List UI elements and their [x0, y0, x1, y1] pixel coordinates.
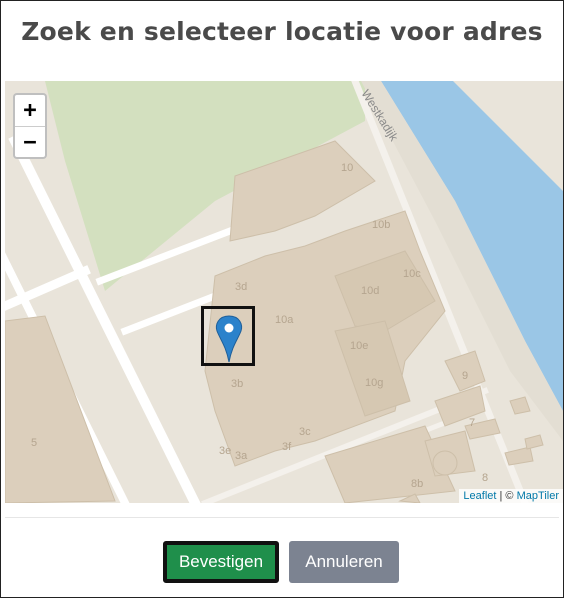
zoom-control: + −: [13, 93, 47, 159]
svg-text:3f: 3f: [282, 441, 292, 453]
svg-text:3b: 3b: [231, 378, 243, 390]
svg-text:3e: 3e: [219, 445, 231, 457]
maptiler-link[interactable]: MapTiler: [517, 490, 559, 502]
map-view[interactable]: 10 10b 10c 10d 10a 10e 10g 3d 3b 3c 3f 3…: [5, 81, 563, 503]
svg-text:10d: 10d: [361, 285, 379, 297]
svg-text:10a: 10a: [275, 314, 294, 326]
svg-text:9: 9: [462, 370, 468, 382]
cancel-button[interactable]: Annuleren: [289, 541, 399, 583]
svg-text:8b: 8b: [411, 478, 423, 490]
map-attribution: Leaflet | © MapTiler: [459, 489, 563, 503]
location-dialog: Zoek en selecteer locatie voor adres 10 …: [0, 0, 564, 598]
marker-highlight-frame: [201, 306, 255, 366]
zoom-out-button[interactable]: −: [15, 127, 45, 158]
confirm-button[interactable]: Bevestigen: [163, 541, 279, 583]
svg-text:10e: 10e: [350, 340, 368, 352]
svg-text:10g: 10g: [365, 377, 383, 389]
svg-text:10: 10: [341, 162, 353, 174]
svg-text:5: 5: [31, 437, 37, 449]
svg-text:3c: 3c: [299, 426, 311, 438]
leaflet-link[interactable]: Leaflet: [463, 490, 496, 502]
svg-text:7: 7: [469, 417, 475, 429]
zoom-in-button[interactable]: +: [15, 95, 45, 127]
svg-text:3a: 3a: [235, 450, 248, 462]
dialog-title: Zoek en selecteer locatie voor adres: [21, 17, 543, 46]
map-tiles[interactable]: 10 10b 10c 10d 10a 10e 10g 3d 3b 3c 3f 3…: [5, 81, 563, 503]
svg-text:3d: 3d: [235, 281, 247, 293]
svg-text:10b: 10b: [372, 219, 390, 231]
footer-divider: [5, 517, 559, 518]
svg-text:10c: 10c: [403, 268, 421, 280]
svg-text:8: 8: [482, 472, 488, 484]
attribution-separator: | ©: [499, 490, 514, 502]
